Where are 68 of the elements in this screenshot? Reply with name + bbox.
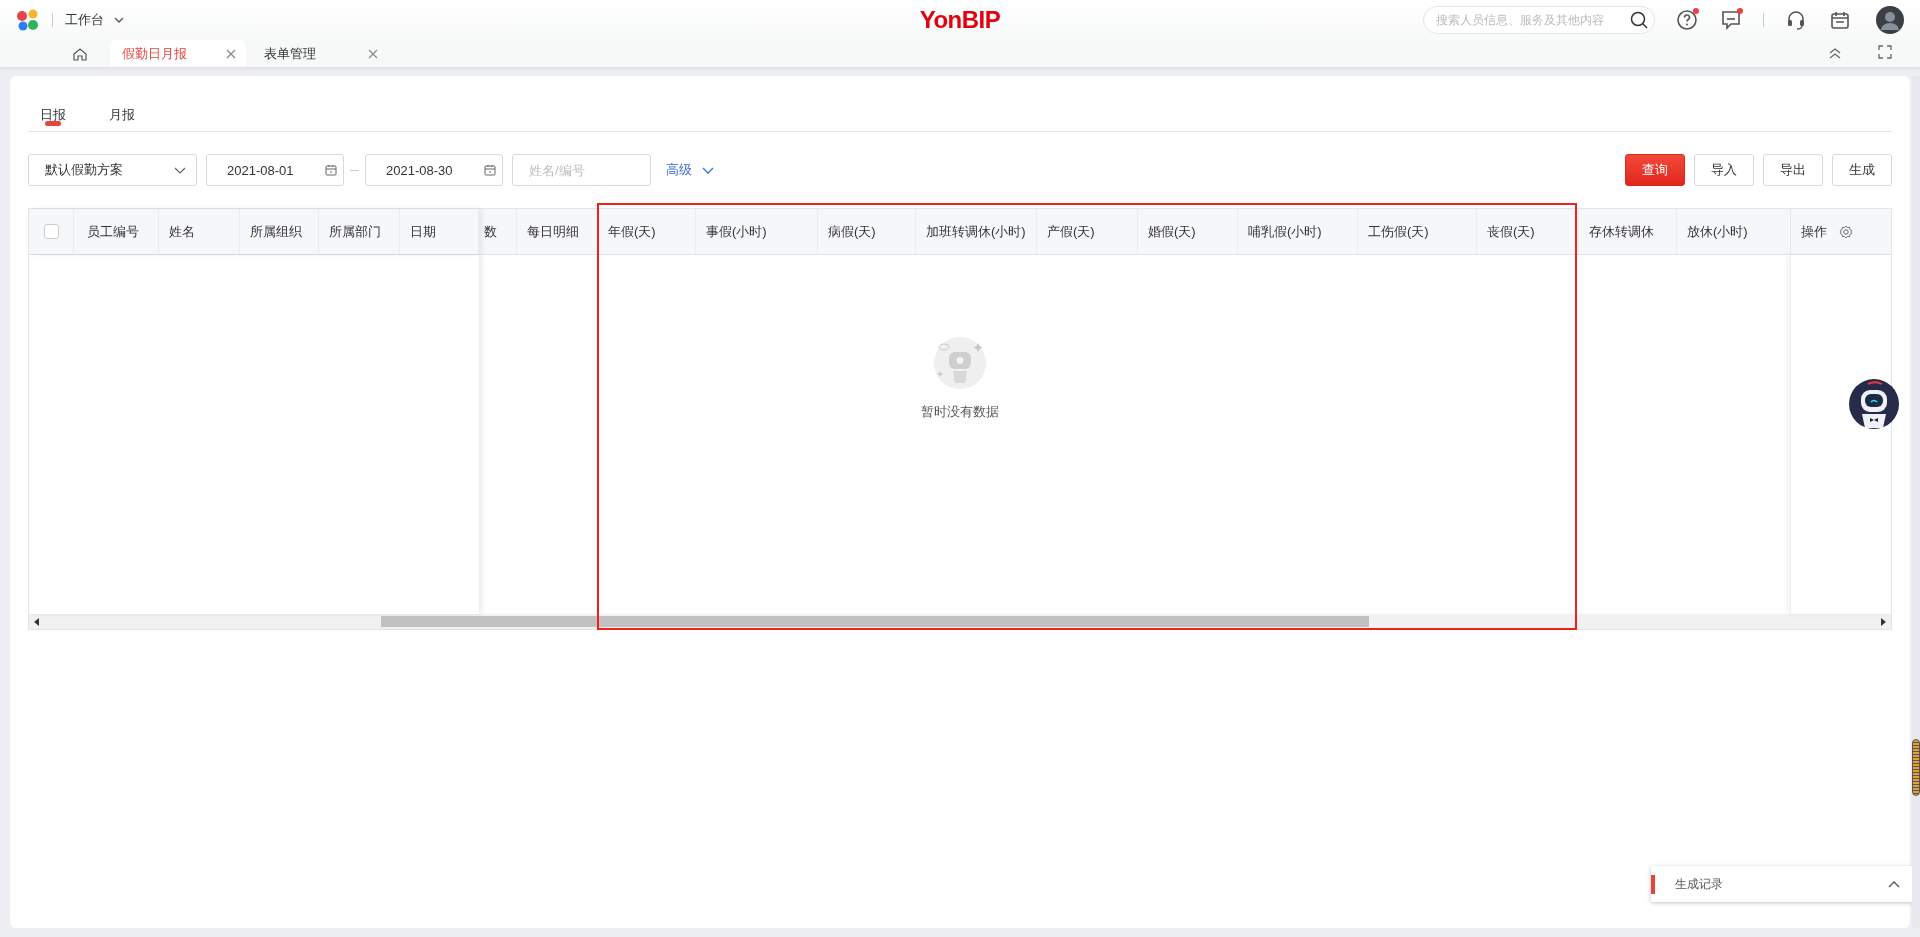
message-icon bbox=[1720, 9, 1742, 31]
search-icon bbox=[1630, 11, 1648, 29]
column-header: 姓名 bbox=[159, 209, 240, 254]
notification-dot bbox=[1737, 8, 1743, 14]
export-button[interactable]: 导出 bbox=[1763, 154, 1823, 186]
robot-assistant-icon[interactable] bbox=[1848, 378, 1900, 430]
page-tab[interactable]: 表单管理 bbox=[252, 40, 388, 67]
select-all-checkbox[interactable] bbox=[43, 224, 59, 239]
advanced-filter-toggle[interactable]: 高级 bbox=[666, 161, 714, 179]
column-header: 日期 bbox=[400, 209, 479, 254]
chevron-up-icon bbox=[1888, 880, 1900, 888]
calendar-icon bbox=[484, 164, 496, 176]
message-button[interactable] bbox=[1719, 8, 1743, 32]
column-header: 所属组织 bbox=[240, 209, 319, 254]
page-scroll-thumb[interactable] bbox=[1912, 739, 1920, 796]
close-icon[interactable] bbox=[368, 48, 378, 59]
collapse-icon[interactable] bbox=[1828, 47, 1842, 59]
app-logo-icon bbox=[16, 9, 40, 31]
column-header: 加班转调休(小时) bbox=[916, 209, 1037, 254]
scroll-thumb[interactable] bbox=[381, 616, 1369, 627]
chevron-down-icon bbox=[174, 166, 186, 174]
brand-logo: YonBIP bbox=[919, 6, 1001, 34]
help-icon bbox=[1676, 9, 1698, 31]
calendar-icon bbox=[325, 164, 337, 176]
headset-icon bbox=[1785, 9, 1807, 31]
column-header: 哺乳假(小时) bbox=[1238, 209, 1358, 254]
column-header: 病假(天) bbox=[818, 209, 916, 254]
name-search-field[interactable]: 姓名/编号 bbox=[512, 154, 651, 186]
scheme-dropdown[interactable]: 默认假勤方案 bbox=[28, 154, 197, 186]
fullscreen-icon[interactable] bbox=[1878, 45, 1892, 59]
generate-record-panel[interactable]: 生成记录 bbox=[1651, 866, 1912, 902]
column-header: 婚假(天) bbox=[1138, 209, 1238, 254]
avatar-icon[interactable] bbox=[1876, 6, 1904, 34]
column-header: 数 bbox=[479, 209, 517, 254]
chevron-down-icon bbox=[114, 17, 124, 23]
empty-robot-icon bbox=[932, 335, 988, 391]
column-header: 工伤假(天) bbox=[1358, 209, 1477, 254]
column-header: 存休转调休 bbox=[1579, 209, 1677, 254]
chevron-down-icon bbox=[702, 166, 714, 174]
calendar-icon bbox=[1829, 9, 1851, 31]
help-button[interactable] bbox=[1675, 8, 1699, 32]
column-header: 年假(天) bbox=[598, 209, 696, 254]
column-header: 事假(小时) bbox=[696, 209, 818, 254]
page-scrollbar[interactable] bbox=[1912, 76, 1920, 928]
import-button[interactable]: 导入 bbox=[1694, 154, 1754, 186]
column-header: 放休(小时) bbox=[1677, 209, 1790, 254]
workspace-menu[interactable]: 工作台 bbox=[65, 11, 124, 29]
column-header: 产假(天) bbox=[1037, 209, 1138, 254]
column-header: 员工编号 bbox=[74, 209, 159, 254]
column-header: 每日明细 bbox=[517, 209, 598, 254]
column-header: 操作 bbox=[1801, 222, 1827, 241]
notification-dot bbox=[1693, 8, 1699, 14]
date-field[interactable]: 2021-08-01 bbox=[206, 154, 344, 186]
close-icon[interactable] bbox=[226, 48, 236, 59]
search-field[interactable]: 搜索人员信息、服务及其他内容 bbox=[1423, 6, 1655, 34]
settings-icon[interactable] bbox=[1839, 224, 1853, 239]
empty-message: 暂时没有数据 bbox=[921, 403, 999, 421]
page-tab[interactable]: 假勤日月报 bbox=[110, 40, 246, 67]
report-tab[interactable]: 月报 bbox=[109, 76, 135, 131]
generate-button[interactable]: 生成 bbox=[1832, 154, 1892, 186]
horizontal-scrollbar[interactable] bbox=[29, 614, 1891, 629]
query-button[interactable]: 查询 bbox=[1625, 154, 1685, 186]
column-header: 丧假(天) bbox=[1477, 209, 1579, 254]
scroll-left-icon bbox=[34, 617, 40, 626]
date-field[interactable]: 2021-08-30 bbox=[365, 154, 503, 186]
report-tab[interactable]: 日报 bbox=[40, 76, 66, 131]
scroll-right-icon bbox=[1880, 617, 1886, 626]
column-header: 所属部门 bbox=[319, 209, 400, 254]
